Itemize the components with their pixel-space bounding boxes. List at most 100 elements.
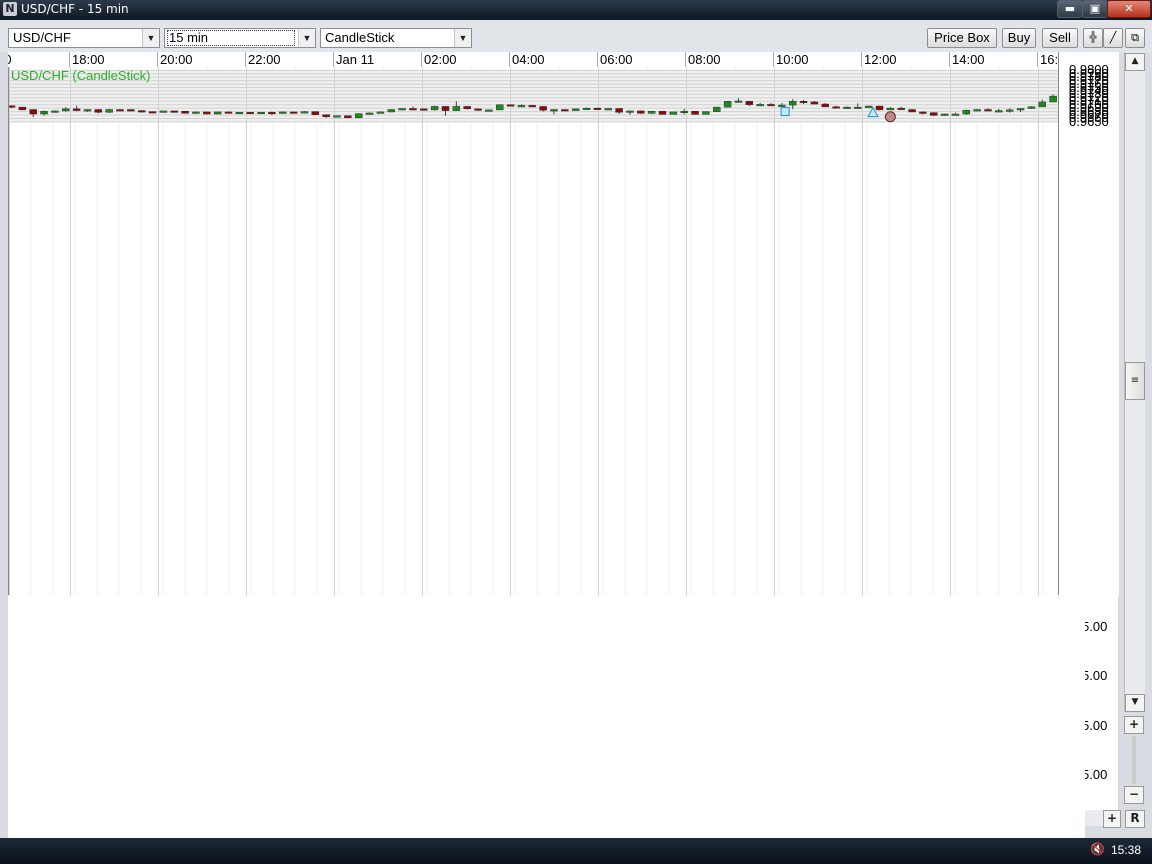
candle-body: [734, 100, 743, 103]
candle-body: [582, 107, 591, 110]
candle-body: [257, 112, 265, 115]
candle-body: [1027, 106, 1036, 109]
candle-body: [420, 108, 428, 111]
zoom-track[interactable]: [1132, 736, 1136, 784]
price-axis: 0.9800 0.9790 0.9780 0.9770 0.9760 0.9750 0.97…: [1058, 52, 1119, 595]
lower-axis-label: 5.00: [1085, 718, 1108, 733]
candle-body: [778, 104, 786, 107]
time-axis-label: 14:00: [949, 52, 985, 67]
candle-body: [1049, 95, 1057, 103]
price-box-button[interactable]: Price Box: [927, 28, 997, 48]
candle-body: [1016, 108, 1025, 111]
candle-body: [702, 111, 710, 115]
window-title: USD/CHF - 15 min: [21, 2, 129, 16]
bar-style-icon[interactable]: ╬: [1083, 28, 1103, 48]
candle-body: [387, 109, 395, 113]
candle-body: [561, 109, 569, 112]
close-button[interactable]: ✕: [1107, 0, 1151, 18]
speaker-muted-icon[interactable]: 🔇: [1090, 842, 1105, 856]
candle-body: [843, 106, 851, 109]
candle-body: [940, 113, 949, 116]
reset-button[interactable]: R: [1125, 810, 1145, 828]
candle-body: [170, 110, 178, 113]
candle-body: [192, 111, 200, 114]
candle-body: [29, 109, 37, 115]
chart-toolbar: USD/CHF ▼ 15 min ▼ CandleStick ▼ Price B…: [0, 20, 1152, 52]
candle-body: [626, 110, 634, 113]
time-axis-label: 10:00: [773, 52, 809, 67]
candle-body: [723, 101, 732, 108]
candle-body: [311, 111, 320, 115]
buy-button[interactable]: Buy: [1002, 28, 1036, 48]
candle-body: [279, 111, 287, 114]
vertical-scrollbar[interactable]: ▲ ≡ ▼: [1124, 52, 1145, 712]
time-axis-label: Jan 11: [333, 52, 374, 67]
symbol-select[interactable]: USD/CHF ▼: [8, 28, 160, 48]
candle-body: [799, 101, 808, 104]
scroll-down-icon[interactable]: ▼: [1125, 694, 1145, 712]
candle-body: [995, 110, 1003, 113]
chart-type-select[interactable]: CandleStick ▼: [320, 28, 472, 48]
candle-body: [40, 111, 48, 115]
time-axis: 00 18:00 20:00 22:00 Jan 11 02:00 04:00 06:00 08…: [8, 52, 1058, 68]
chevron-down-icon[interactable]: ▼: [454, 29, 471, 47]
detach-window-icon[interactable]: ⧉: [1125, 28, 1145, 48]
candle-body: [116, 109, 124, 112]
candle-body: [409, 108, 417, 111]
candle-body: [485, 109, 493, 112]
time-axis-label: 04:00: [509, 52, 545, 67]
zoom-in-button[interactable]: +: [1124, 716, 1144, 734]
candle-body: [528, 105, 537, 108]
candle-body: [919, 111, 927, 114]
price-axis-label: 0.9650: [1069, 113, 1109, 129]
candle-body: [713, 106, 721, 112]
chevron-down-icon[interactable]: ▼: [142, 29, 159, 47]
minimize-button[interactable]: ▬: [1057, 0, 1083, 18]
candle-body: [289, 111, 298, 114]
time-axis-label: 16:: [1037, 52, 1058, 67]
draw-line-icon[interactable]: ╱: [1103, 28, 1123, 48]
time-axis-label: 20:00: [157, 52, 193, 67]
zoom-out-button[interactable]: −: [1124, 786, 1144, 804]
candle-body: [767, 104, 775, 107]
sell-button[interactable]: Sell: [1042, 28, 1078, 48]
tray-clock: 15:38: [1111, 843, 1142, 857]
candle-body: [788, 101, 797, 106]
candlestick-plot: [9, 67, 1059, 595]
maximize-button[interactable]: ▣: [1082, 0, 1108, 18]
candle-body: [322, 114, 330, 118]
chevron-down-icon[interactable]: ▼: [298, 29, 315, 47]
time-axis-label: 08:00: [685, 52, 721, 67]
time-axis-label: 00: [8, 52, 11, 67]
time-axis-label: 06:00: [597, 52, 633, 67]
chart-series-label: USD/CHF (CandleStick): [11, 68, 151, 83]
candle-body: [137, 110, 146, 113]
candle-body: [430, 106, 439, 111]
candle-body: [1005, 109, 1014, 112]
lower-axis-label: 5.00: [1085, 668, 1108, 683]
candle-body: [224, 111, 233, 114]
lower-axis-label: 5.00: [1085, 767, 1108, 782]
candle-body: [669, 111, 678, 115]
candle-body: [333, 115, 341, 118]
price-chart[interactable]: USD/CHF (CandleStick): [8, 67, 1059, 595]
time-axis-label: 02:00: [421, 52, 457, 67]
scroll-thumb[interactable]: ≡: [1125, 362, 1145, 400]
interval-select[interactable]: 15 min ▼: [164, 28, 316, 48]
candle-body: [593, 107, 602, 110]
candle-body: [127, 109, 135, 112]
candle-body: [886, 107, 895, 111]
candle-body: [474, 108, 482, 111]
horizontal-zoom-button[interactable]: +: [1103, 810, 1121, 828]
candle-body: [506, 104, 515, 107]
app-logo-icon[interactable]: N: [3, 2, 17, 16]
candle-body: [376, 111, 385, 114]
scroll-up-icon[interactable]: ▲: [1125, 53, 1145, 71]
candle-body: [897, 107, 905, 110]
candle-body: [745, 101, 754, 105]
chart-type-value: CandleStick: [325, 30, 395, 45]
candle-body: [72, 108, 81, 111]
candle-body: [539, 106, 547, 111]
time-axis-label: 22:00: [245, 52, 281, 67]
candle-body: [213, 111, 222, 115]
